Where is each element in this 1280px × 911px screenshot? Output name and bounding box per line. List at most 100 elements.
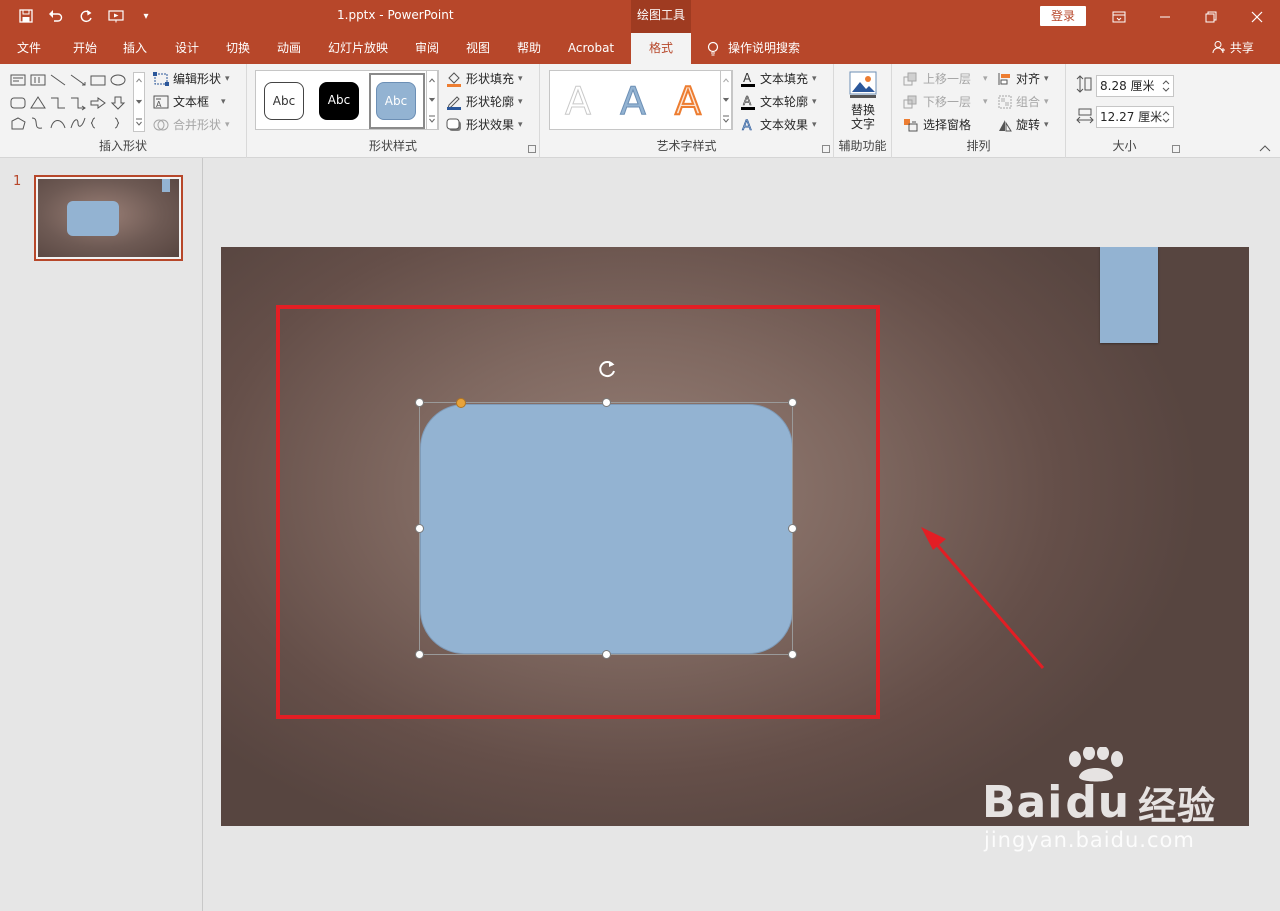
group-wordart-styles: A A A A 文本填充 ▾ A 文本轮廓 ▾ A 文本效果 ▾ 艺术字样式 xyxy=(540,64,834,158)
tab-review[interactable]: 审阅 xyxy=(404,33,450,64)
save-icon[interactable] xyxy=(14,5,38,27)
redo-icon[interactable] xyxy=(74,5,98,27)
tab-file[interactable]: 文件 xyxy=(6,33,52,64)
svg-text:A: A xyxy=(743,71,752,85)
shape-width-input[interactable]: 12.27 厘米 xyxy=(1096,106,1174,128)
shape-style-gallery-scrollbar[interactable] xyxy=(426,70,438,130)
rotate-button[interactable]: 旋转 ▾ xyxy=(998,116,1049,133)
tab-home[interactable]: 开始 xyxy=(60,33,110,64)
align-button[interactable]: 对齐 ▾ xyxy=(998,70,1049,87)
resize-handle-top-right[interactable] xyxy=(788,398,797,407)
close-icon[interactable] xyxy=(1234,0,1280,33)
send-backward-button[interactable]: 下移一层 ▾ xyxy=(903,93,988,110)
shape-effects-icon xyxy=(446,118,461,131)
corner-radius-adjust-handle[interactable] xyxy=(456,398,466,408)
resize-handle-top-left[interactable] xyxy=(415,398,424,407)
shape-height-icon xyxy=(1076,75,1092,93)
tab-format[interactable]: 格式 xyxy=(631,33,691,64)
shape-style-blue[interactable]: Abc xyxy=(376,82,416,120)
bring-forward-button[interactable]: 上移一层 ▾ xyxy=(903,70,988,87)
wordart-style-orange[interactable]: A xyxy=(674,78,702,124)
merge-shapes-label: 合并形状 xyxy=(173,118,222,132)
selection-frame xyxy=(419,402,793,655)
merge-shapes-button[interactable]: 合并形状 ▾ xyxy=(153,116,230,133)
rotate-handle-icon[interactable] xyxy=(596,358,618,380)
slide-thumbnail-pane: 1 xyxy=(0,158,203,911)
start-slideshow-icon[interactable] xyxy=(104,5,128,27)
text-effects-icon: A xyxy=(742,117,753,133)
wordart-style-plain[interactable]: A xyxy=(565,79,592,124)
resize-handle-left[interactable] xyxy=(415,524,424,533)
text-effects-button[interactable]: A 文本效果 ▾ xyxy=(740,116,817,133)
tab-design[interactable]: 设计 xyxy=(164,33,210,64)
tab-help[interactable]: 帮助 xyxy=(506,33,552,64)
thumbnail-blue-rectangle xyxy=(162,179,170,192)
text-fill-button[interactable]: A 文本填充 ▾ xyxy=(740,70,817,87)
shape-style-black[interactable]: Abc xyxy=(319,82,359,120)
wordart-gallery-scrollbar[interactable] xyxy=(720,70,732,130)
tab-acrobat[interactable]: Acrobat xyxy=(561,33,621,64)
selection-pane-button[interactable]: 选择窗格 xyxy=(903,116,971,133)
watermark-url: jingyan.baidu.com xyxy=(984,828,1195,852)
shapes-gallery[interactable] xyxy=(10,72,146,132)
shape-style-white[interactable]: Abc xyxy=(264,82,304,120)
shape-fill-label: 形状填充 xyxy=(466,72,515,86)
edit-shape-label: 编辑形状 xyxy=(173,72,222,86)
text-outline-button[interactable]: A 文本轮廓 ▾ xyxy=(740,93,817,110)
watermark-brand-suffix: du xyxy=(1065,777,1131,828)
shapes-gallery-scrollbar[interactable] xyxy=(133,72,145,132)
resize-handle-bottom-right[interactable] xyxy=(788,650,797,659)
text-box-label: 文本框 xyxy=(173,95,210,109)
group-objects-label: 组合 xyxy=(1016,95,1041,109)
undo-icon[interactable] xyxy=(44,5,68,27)
text-box-button[interactable]: A 文本框 ▾ xyxy=(153,93,226,110)
tab-insert[interactable]: 插入 xyxy=(112,33,158,64)
shape-height-input[interactable]: 8.28 厘米 xyxy=(1096,75,1174,97)
resize-handle-bottom[interactable] xyxy=(602,650,611,659)
login-button[interactable]: 登录 xyxy=(1040,6,1086,26)
resize-handle-top[interactable] xyxy=(602,398,611,407)
group-insert-shapes: 编辑形状 ▾ A 文本框 ▾ 合并形状 ▾ 插入形状 xyxy=(0,64,247,158)
svg-text:A: A xyxy=(742,118,752,133)
slide-number: 1 xyxy=(13,174,22,189)
text-outline-icon: A xyxy=(741,94,755,110)
tell-me-search[interactable]: 操作说明搜索 xyxy=(706,33,800,64)
bring-forward-label: 上移一层 xyxy=(923,72,972,86)
text-fill-label: 文本填充 xyxy=(760,72,809,86)
shape-outline-button[interactable]: 形状轮廓 ▾ xyxy=(446,93,523,110)
wordart-style-blue[interactable]: A xyxy=(620,79,647,124)
tab-transitions[interactable]: 切换 xyxy=(215,33,261,64)
shape-styles-dialog-launcher[interactable] xyxy=(528,145,536,153)
group-objects-button[interactable]: 组合 ▾ xyxy=(998,93,1049,110)
collapse-ribbon-icon[interactable] xyxy=(1259,144,1271,155)
minimize-icon[interactable] xyxy=(1142,0,1188,33)
alt-text-icon xyxy=(849,71,877,98)
slide-thumbnail[interactable] xyxy=(34,175,183,261)
alt-text-button[interactable]: 替换 文字 xyxy=(834,70,892,131)
ribbon: 编辑形状 ▾ A 文本框 ▾ 合并形状 ▾ 插入形状 Abc Abc Abc 形… xyxy=(0,64,1280,158)
tab-view[interactable]: 视图 xyxy=(455,33,501,64)
resize-handle-right[interactable] xyxy=(788,524,797,533)
tab-animations[interactable]: 动画 xyxy=(266,33,312,64)
watermark-product: 经验 xyxy=(1138,784,1217,828)
customize-qat-icon[interactable]: ▾ xyxy=(134,5,158,27)
edit-shape-button[interactable]: 编辑形状 ▾ xyxy=(153,70,230,87)
restore-icon[interactable] xyxy=(1188,0,1234,33)
shape-style-gallery[interactable]: Abc Abc Abc xyxy=(255,70,439,130)
alt-text-line2: 文字 xyxy=(850,117,875,131)
shape-icons xyxy=(10,74,126,130)
red-arrow-annotation xyxy=(921,527,1045,669)
resize-handle-bottom-left[interactable] xyxy=(415,650,424,659)
rotate-icon xyxy=(999,119,1012,131)
size-dialog-launcher[interactable] xyxy=(1172,145,1180,153)
thumbnail-rounded-rectangle xyxy=(67,201,119,236)
shape-fill-button[interactable]: 形状填充 ▾ xyxy=(446,70,523,87)
share-button[interactable]: 共享 xyxy=(1212,33,1254,64)
shape-effects-button[interactable]: 形状效果 ▾ xyxy=(446,116,523,133)
ribbon-display-options-icon[interactable] xyxy=(1096,0,1142,33)
blue-rectangle-shape[interactable] xyxy=(1100,247,1158,343)
slide-canvas[interactable] xyxy=(221,247,1249,826)
wordart-gallery[interactable]: A A A xyxy=(549,70,733,130)
tab-slideshow[interactable]: 幻灯片放映 xyxy=(320,33,396,64)
wordart-styles-dialog-launcher[interactable] xyxy=(822,145,830,153)
